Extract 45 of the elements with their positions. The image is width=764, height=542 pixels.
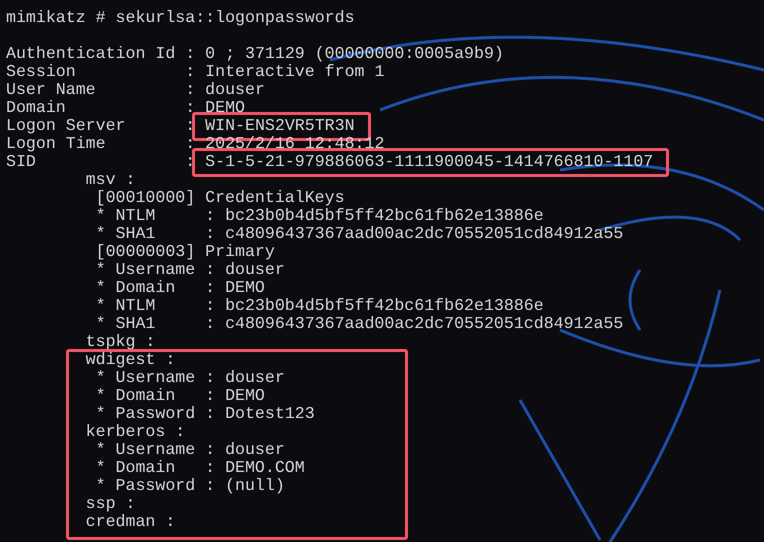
package-name: kerberos : <box>86 423 186 441</box>
field-label: SID : <box>6 153 196 171</box>
field-value: douser <box>205 81 265 99</box>
field-value: S-1-5-21-979886063-1111900045-1414766810-1107 <box>205 153 654 171</box>
field-label: Logon Server : <box>6 117 196 135</box>
credential-label: * Password : <box>96 477 216 495</box>
field-value: DEMO <box>205 99 245 117</box>
field-label: Session : <box>6 63 196 81</box>
package-name: credman : <box>86 513 176 531</box>
credential-value: douser <box>225 261 285 279</box>
credential-value: DEMO <box>225 279 265 297</box>
credential-label: * NTLM : <box>96 297 216 315</box>
credential-value: douser <box>225 369 285 387</box>
field-value: WIN-ENS2VR5TR3N <box>205 117 355 135</box>
section-header: [00000003] Primary <box>96 243 275 261</box>
credential-value: c48096437367aad00ac2dc70552051cd84912a55 <box>225 315 624 333</box>
credential-value: DEMO <box>225 387 265 405</box>
credential-label: * Username : <box>96 261 216 279</box>
credential-label: * Domain : <box>96 279 216 297</box>
credential-value: (null) <box>225 477 285 495</box>
package-name: ssp : <box>86 495 136 513</box>
credential-label: * Username : <box>96 369 216 387</box>
field-label: User Name : <box>6 81 196 99</box>
package-name: msv : <box>86 171 136 189</box>
credential-label: * Domain : <box>96 459 216 477</box>
credential-value: Dotest123 <box>225 405 315 423</box>
credential-value: c48096437367aad00ac2dc70552051cd84912a55 <box>225 225 624 243</box>
package-name: wdigest : <box>86 351 176 369</box>
credential-label: * Domain : <box>96 387 216 405</box>
credential-label: * NTLM : <box>96 207 216 225</box>
credential-value: bc23b0b4d5bf5ff42bc61fb62e13886e <box>225 297 544 315</box>
credential-label: * Username : <box>96 441 216 459</box>
credential-value: DEMO.COM <box>225 459 305 477</box>
credential-label: * SHA1 : <box>96 225 216 243</box>
credential-value: douser <box>225 441 285 459</box>
command-prompt: mimikatz # sekurlsa::logonpasswords <box>6 9 355 27</box>
package-name: tspkg : <box>86 333 156 351</box>
credential-label: * Password : <box>96 405 216 423</box>
field-label: Domain : <box>6 99 196 117</box>
field-label: Logon Time : <box>6 135 196 153</box>
section-header: [00010000] CredentialKeys <box>96 189 345 207</box>
credential-value: bc23b0b4d5bf5ff42bc61fb62e13886e <box>225 207 544 225</box>
field-label: Authentication Id : <box>6 45 196 63</box>
credential-label: * SHA1 : <box>96 315 216 333</box>
field-value: Interactive from 1 <box>205 63 384 81</box>
